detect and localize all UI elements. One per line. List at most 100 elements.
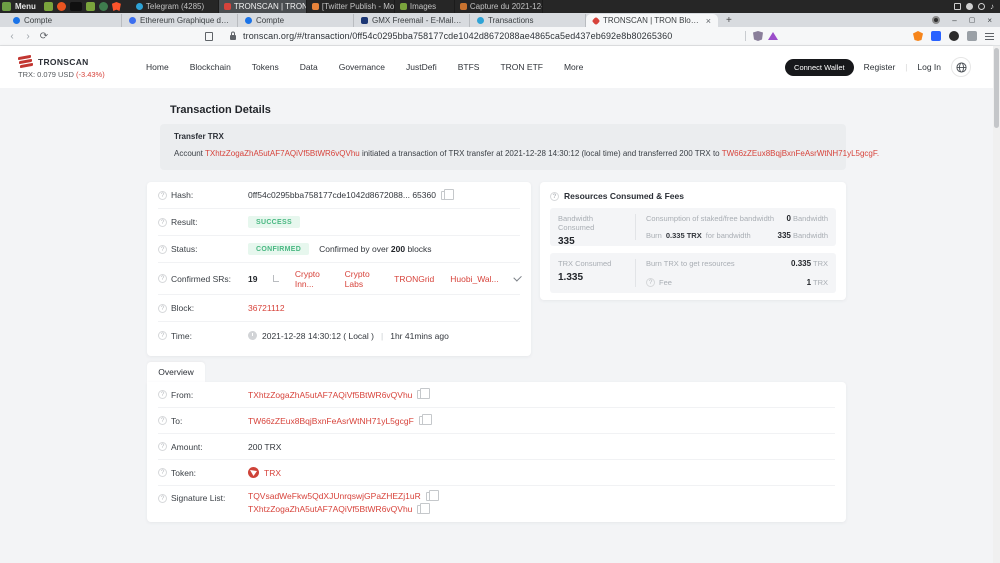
extension-icon[interactable]	[967, 31, 977, 41]
tab-close-icon[interactable]: ×	[706, 16, 711, 26]
connect-wallet-button[interactable]: Connect Wallet	[785, 59, 854, 76]
sr-link[interactable]: Crypto Labs	[345, 269, 378, 289]
bookmark-panel-icon[interactable]	[205, 32, 213, 41]
tray-display-icon[interactable]	[954, 3, 961, 10]
tradingview-icon[interactable]	[931, 31, 941, 41]
from-address-link[interactable]: TXhtzZogaZhA5utAF7AQiVf5BtWR6vQVhu	[248, 390, 412, 400]
metamask-icon[interactable]	[913, 31, 923, 41]
help-icon[interactable]: ?	[158, 304, 167, 313]
notice-to-address[interactable]: TW66zZEux8BqjBxnFeAsrWtNH71yL5gcgF	[722, 149, 877, 158]
nav-btfs[interactable]: BTFS	[458, 62, 480, 72]
warning-triangle-icon[interactable]	[768, 32, 778, 40]
nav-home[interactable]: Home	[146, 62, 169, 72]
help-icon[interactable]: ?	[158, 494, 167, 503]
tray-audio-icon[interactable]: ♪	[990, 2, 994, 11]
nav-tokens[interactable]: Tokens	[252, 62, 279, 72]
ubuntu-app-icon[interactable]	[57, 2, 66, 11]
file-manager-icon[interactable]	[44, 2, 53, 11]
new-tab-button[interactable]: +	[726, 15, 732, 26]
sr-link[interactable]: Huobi_Wal...	[450, 274, 498, 284]
language-button[interactable]	[951, 57, 971, 77]
register-link[interactable]: Register	[864, 62, 896, 72]
help-icon[interactable]: ?	[158, 331, 167, 340]
back-button[interactable]: ‹	[4, 31, 20, 42]
sr-link[interactable]: TRONGrid	[394, 274, 434, 284]
browser-tab-ethereum[interactable]: Ethereum Graphique de prix (ETH)	[122, 14, 238, 27]
url-text[interactable]: tronscan.org/#/transaction/0ff54c0295bba…	[243, 31, 672, 41]
help-icon[interactable]: ?	[550, 192, 559, 201]
tronscan-logo[interactable]: TRONSCAN TRX: 0.079 USD (-3.43%)	[18, 55, 138, 79]
copy-icon[interactable]	[441, 191, 449, 200]
browser-tab-compte-2[interactable]: Compte	[238, 14, 354, 27]
sr-link[interactable]: Crypto Inn...	[295, 269, 329, 289]
srs-count: 19	[248, 274, 257, 284]
reload-button[interactable]: ⟳	[36, 31, 52, 42]
window-restore-button[interactable]: ▢	[969, 16, 976, 24]
block-link[interactable]: 36721112	[248, 303, 285, 313]
bandwidth-row-2: Burn 0.335 TRX for bandwidth 335 Bandwid…	[646, 231, 828, 240]
transaction-details-card: ?Hash: 0ff54c0295bba758177cde1042d867208…	[147, 182, 531, 356]
copy-icon[interactable]	[419, 416, 427, 425]
extension-pin-icon[interactable]	[949, 31, 959, 41]
list-view-icon[interactable]	[273, 275, 278, 282]
tray-users-icon[interactable]	[978, 3, 985, 10]
taskbar-window-telegram[interactable]: Telegram (4285)	[131, 0, 219, 13]
nav-data[interactable]: Data	[300, 62, 318, 72]
record-indicator-icon[interactable]	[932, 16, 940, 24]
help-icon[interactable]: ?	[158, 416, 167, 425]
taskbar-window-tronscan[interactable]: TRONSCAN | TRON ...	[219, 0, 307, 13]
taskbar-menu-button[interactable]: Menu	[15, 2, 36, 11]
browser-menu-icon[interactable]	[985, 33, 994, 40]
help-icon[interactable]: ?	[158, 274, 167, 283]
tab-overview[interactable]: Overview	[147, 362, 205, 382]
nav-tron-etf[interactable]: TRON ETF	[500, 62, 543, 72]
folder-icon[interactable]	[86, 2, 95, 11]
copy-icon[interactable]	[417, 390, 425, 399]
taskbar-window-capture[interactable]: Capture du 2021-12-...	[455, 0, 543, 13]
help-icon[interactable]: ?	[158, 191, 167, 200]
nav-more[interactable]: More	[564, 62, 583, 72]
taskbar-window-images[interactable]: Images	[395, 0, 455, 13]
taskbar-window-twitter[interactable]: [Twitter Publish - Mo...	[307, 0, 395, 13]
window-close-button[interactable]: ×	[987, 16, 992, 25]
nav-governance[interactable]: Governance	[339, 62, 385, 72]
desktop-taskbar: Menu Telegram (4285) TRONSCAN | TRON ...…	[0, 0, 1000, 13]
terminal-icon[interactable]	[70, 2, 82, 11]
nav-blockchain[interactable]: Blockchain	[190, 62, 231, 72]
brave-browser-icon[interactable]	[112, 2, 121, 11]
address-bar[interactable]: tronscan.org/#/transaction/0ff54c0295bba…	[205, 31, 672, 41]
notice-suffix: .	[877, 149, 879, 158]
help-icon[interactable]: ?	[158, 245, 167, 254]
browser-tab-compte-1[interactable]: Compte	[6, 14, 122, 27]
status-confirmed-badge: CONFIRMED	[248, 243, 309, 255]
signature-link[interactable]: TQVsadWeFkw5QdXJUnrqswjGPaZHEZj1uR	[248, 490, 421, 503]
chevron-down-icon[interactable]	[513, 273, 522, 282]
help-icon[interactable]: ?	[158, 218, 167, 227]
distro-menu-icon[interactable]	[2, 2, 11, 11]
to-address-link[interactable]: TW66zZEux8BqjBxnFeAsrWtNH71yL5gcgF	[248, 416, 414, 426]
tray-user-icon[interactable]	[966, 3, 973, 10]
token-link[interactable]: TRX	[264, 468, 281, 478]
help-icon[interactable]: ?	[158, 390, 167, 399]
nav-justdefi[interactable]: JustDefi	[406, 62, 437, 72]
login-link[interactable]: Log In	[917, 62, 941, 72]
privacy-shield-icon[interactable]	[753, 31, 763, 41]
help-icon[interactable]: ?	[158, 468, 167, 477]
signature-link[interactable]: TXhtzZogaZhA5utAF7AQiVf5BtWR6vQVhu	[248, 503, 412, 516]
browser-tab-transactions[interactable]: Transactions	[470, 14, 586, 27]
taskbar-window-label: Telegram (4285)	[146, 2, 204, 11]
help-icon[interactable]: ?	[646, 278, 655, 287]
scrollbar-thumb[interactable]	[994, 48, 999, 128]
copy-icon[interactable]	[426, 492, 434, 501]
window-minimize-button[interactable]: –	[952, 16, 956, 25]
bandwidth-consumed-box: Bandwidth Consumed 335 Consumption of st…	[550, 208, 836, 246]
web-browser-icon[interactable]	[99, 2, 108, 11]
forward-button[interactable]: ›	[20, 31, 36, 42]
browser-tab-tronscan-active[interactable]: TRONSCAN | TRON BlockChain E... ×	[586, 14, 718, 27]
browser-tab-gmx[interactable]: GMX Freemail - E-Mail made in Ger...	[354, 14, 470, 27]
help-icon[interactable]: ?	[158, 442, 167, 451]
bandwidth-row2-amount: 335	[778, 231, 791, 240]
notice-from-address[interactable]: TXhtzZogaZhA5utAF7AQiVf5BtWR6vQVhu	[205, 149, 360, 158]
hash-label: Hash:	[171, 190, 193, 200]
copy-icon[interactable]	[417, 505, 425, 514]
